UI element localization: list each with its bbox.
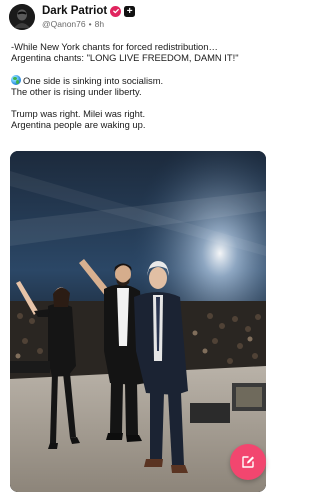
plus-badge-icon: + <box>124 5 136 17</box>
post-text-line: One side is sinking into socialism. <box>11 74 269 86</box>
post-card: Dark Patriot + @Qanon76 • 8h -While New … <box>0 0 276 500</box>
post-text-line: Trump was right. Milei was right. <box>11 108 146 120</box>
post-text-line: Argentina chants: "LONG LIVE FREEDOM, DA… <box>11 52 239 64</box>
compose-icon <box>242 456 254 468</box>
post-text-line: -While New York chants for forced redist… <box>11 41 218 52</box>
post-text-line: Argentina people are waking up. <box>11 119 146 131</box>
author-name-row: Dark Patriot + <box>42 4 136 18</box>
compose-button[interactable] <box>230 444 266 480</box>
post-timestamp: 8h <box>94 19 105 29</box>
post-text-segment: One side is sinking into socialism. <box>23 74 164 86</box>
verified-badge-icon <box>110 5 122 17</box>
globe-icon <box>11 74 21 85</box>
author-handle[interactable]: @Qanon76 <box>42 19 86 29</box>
avatar[interactable] <box>9 4 35 30</box>
meta-separator: • <box>88 19 92 29</box>
post-header: Dark Patriot + @Qanon76 • 8h <box>9 4 267 30</box>
avatar-icon <box>9 4 35 30</box>
post-body: -While New York chants for forced redist… <box>11 41 269 131</box>
concert-stage-photo <box>10 151 266 492</box>
post-text-line: The other is rising under liberty. <box>11 85 142 97</box>
author-meta-row: @Qanon76 • 8h <box>42 19 104 29</box>
author-display-name[interactable]: Dark Patriot <box>42 5 107 17</box>
post-image[interactable] <box>10 151 266 492</box>
